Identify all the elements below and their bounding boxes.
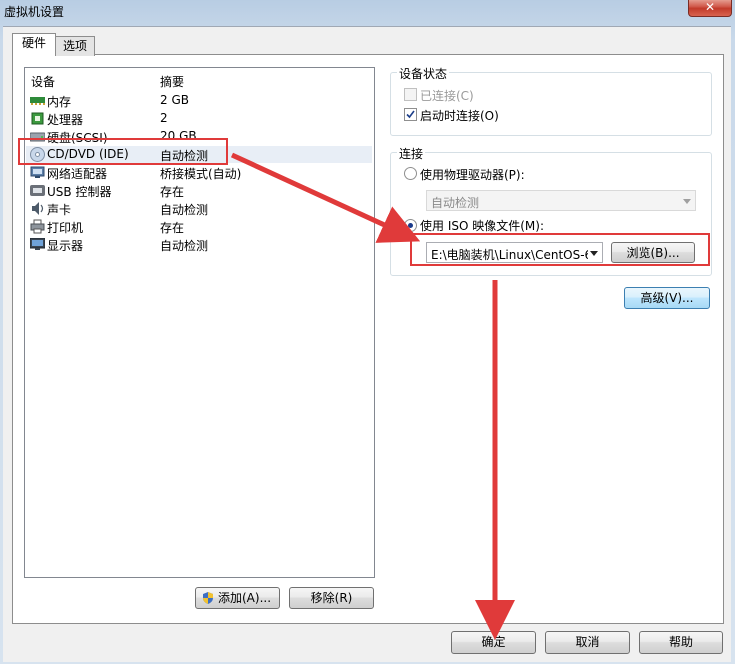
device-name: 声卡 <box>47 203 72 217</box>
iso-image-radio[interactable] <box>404 219 417 232</box>
physical-drive-value: 自动检测 <box>431 196 480 210</box>
connect-at-power-on-label: 启动时连接(O) <box>420 109 499 123</box>
sound-card-icon <box>32 202 44 215</box>
close-button[interactable]: ✕ <box>688 0 732 17</box>
help-button[interactable]: 帮助 <box>639 631 723 654</box>
checkmark-icon <box>406 110 415 119</box>
physical-drive-radio[interactable] <box>404 167 417 180</box>
display-icon <box>30 238 45 250</box>
device-summary: 自动检测 <box>160 239 209 253</box>
connect-at-power-on-checkbox[interactable] <box>404 108 417 121</box>
cancel-button[interactable]: 取消 <box>545 631 630 654</box>
annotation-highlight-iso <box>410 233 710 266</box>
device-summary: 自动检测 <box>160 203 209 217</box>
add-device-button[interactable]: 添加(A)... <box>195 587 280 609</box>
close-icon: ✕ <box>704 0 716 14</box>
column-header-summary[interactable]: 摘要 <box>160 73 184 90</box>
connected-checkbox[interactable] <box>404 88 417 101</box>
tab-options[interactable]: 选项 <box>55 36 95 56</box>
remove-device-button[interactable]: 移除(R) <box>289 587 374 609</box>
memory-icon <box>30 97 45 105</box>
device-summary: 桥接模式(自动) <box>160 167 242 181</box>
device-name: 处理器 <box>47 113 84 127</box>
device-summary: 存在 <box>160 221 185 235</box>
ok-button[interactable]: 确定 <box>451 631 536 654</box>
device-name: USB 控制器 <box>47 185 112 199</box>
device-name: 网络适配器 <box>47 167 108 181</box>
iso-image-label: 使用 ISO 映像文件(M): <box>420 219 544 233</box>
printer-icon <box>30 219 45 234</box>
shield-icon <box>203 592 213 604</box>
chevron-down-icon <box>683 199 691 204</box>
device-name: 打印机 <box>47 221 84 235</box>
physical-drive-select[interactable]: 自动检测 <box>426 190 696 211</box>
device-summary: 2 <box>160 111 168 125</box>
usb-icon <box>30 185 45 196</box>
network-adapter-icon <box>30 166 45 178</box>
annotation-highlight-cd-dvd <box>18 138 228 165</box>
device-summary: 存在 <box>160 185 185 199</box>
advanced-button[interactable]: 高级(V)... <box>624 287 710 309</box>
device-status-legend: 设备状态 <box>397 65 450 82</box>
title-bar: 虚拟机设置 <box>0 0 735 24</box>
physical-drive-label: 使用物理驱动器(P): <box>420 168 525 182</box>
device-name: 显示器 <box>47 239 84 253</box>
tab-hardware[interactable]: 硬件 <box>12 33 56 56</box>
device-name: 内存 <box>47 95 72 109</box>
processor-icon <box>31 112 44 125</box>
window-title: 虚拟机设置 <box>4 5 65 19</box>
device-summary: 2 GB <box>160 93 189 107</box>
connected-label: 已连接(C) <box>420 89 474 103</box>
connection-legend: 连接 <box>397 145 426 162</box>
column-header-device[interactable]: 设备 <box>31 73 55 90</box>
add-device-label: 添加(A)... <box>218 591 272 605</box>
